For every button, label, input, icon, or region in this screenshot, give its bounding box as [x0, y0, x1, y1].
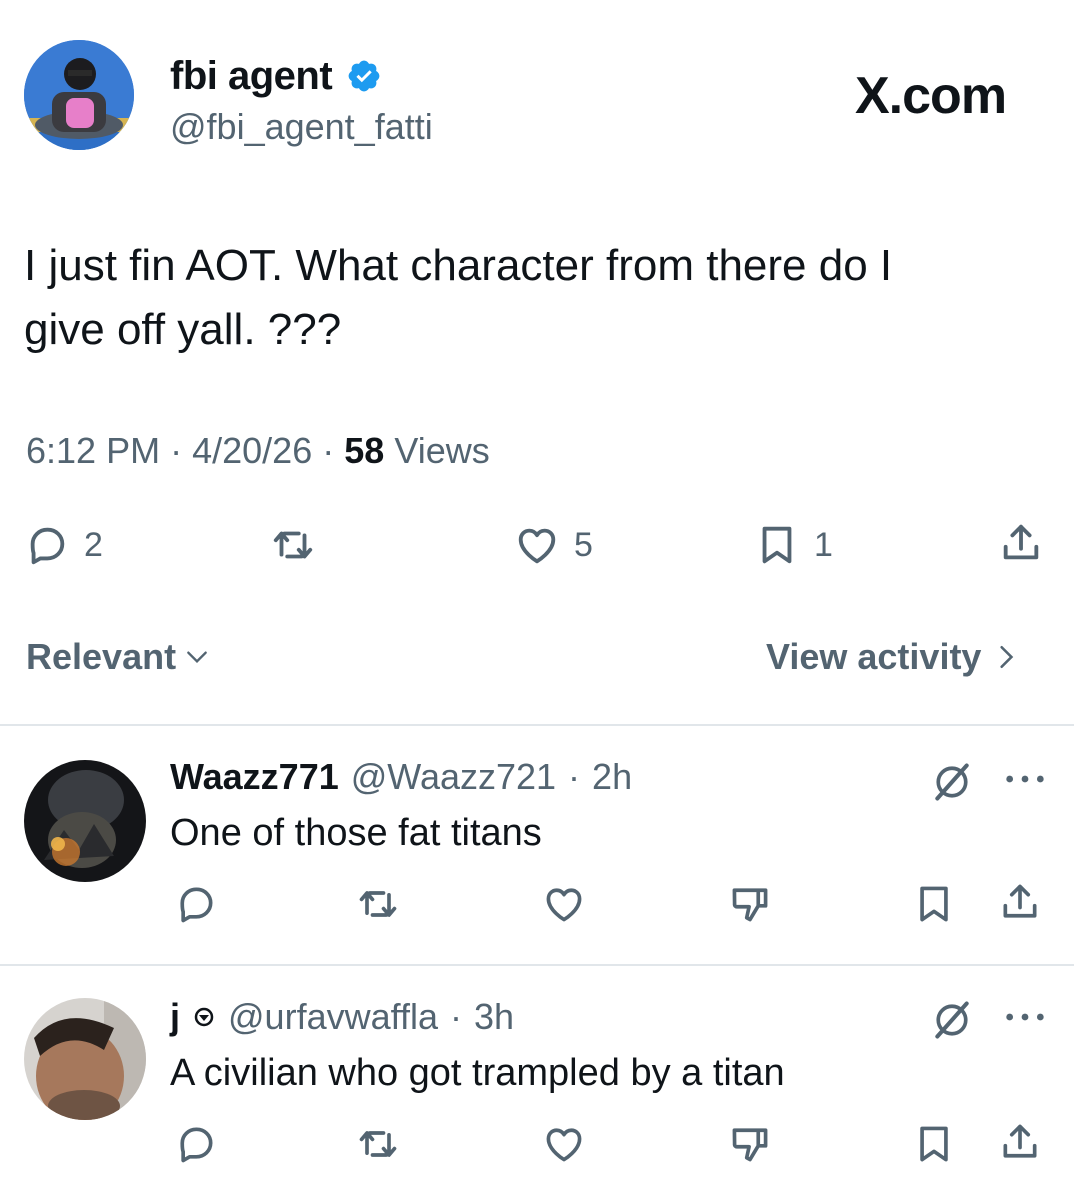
reply-age[interactable]: 3h: [474, 996, 514, 1038]
divider: [0, 724, 1074, 726]
tweet-meta: 6:12 PM · 4/20/26 · 58 Views: [26, 430, 490, 472]
reply-action-repost[interactable]: [356, 882, 400, 931]
reply-action-bookmark[interactable]: [912, 882, 956, 931]
tweet-text: I just fin AOT. What character from ther…: [24, 234, 1034, 362]
views-count: 58: [344, 430, 385, 471]
share-icon: [1003, 884, 1037, 918]
reply-action-bookmark[interactable]: [912, 1122, 956, 1171]
more-icon[interactable]: [1002, 1002, 1048, 1032]
dislike-icon: [732, 888, 768, 922]
reply-action-like[interactable]: [542, 882, 586, 931]
bookmark-icon: [920, 886, 948, 922]
reply-count: 2: [84, 525, 103, 564]
repost-icon: [359, 891, 397, 917]
views-label: Views: [394, 430, 490, 471]
repost-icon: [359, 1131, 397, 1157]
divider: [0, 964, 1074, 966]
reply-text: A civilian who got trampled by a titan: [170, 1052, 785, 1094]
reply-button[interactable]: 2: [24, 522, 103, 568]
tweet-text-line: give off yall. ???: [24, 305, 342, 354]
like-icon: [546, 1128, 582, 1162]
meta-separator: ·: [450, 996, 462, 1037]
reply-text: One of those fat titans: [170, 812, 542, 854]
repost-icon: [273, 531, 313, 559]
like-icon: [546, 888, 582, 922]
share-icon: [1003, 1124, 1037, 1158]
sort-label: Relevant: [26, 636, 177, 677]
reply-header: Waazz771 @Waazz721 · 2h: [170, 756, 632, 798]
reply-avatar-photo: [24, 760, 146, 882]
grok-icon[interactable]: [930, 760, 974, 804]
chevron-right-icon: [1000, 645, 1014, 669]
share-icon: [1003, 524, 1039, 560]
reply-action-like[interactable]: [542, 1122, 586, 1171]
view-activity-label: View activity: [766, 636, 982, 677]
reply-avatar[interactable]: [24, 998, 146, 1120]
reply-icon: [180, 1127, 213, 1163]
grok-icon[interactable]: [930, 998, 974, 1042]
dislike-icon: [732, 1128, 768, 1162]
reply-action-reply[interactable]: [174, 1122, 218, 1171]
verified-badge-icon: [348, 60, 380, 92]
bookmark-count: 1: [814, 525, 833, 564]
reply-icon: [30, 527, 65, 565]
reply-action-dislike[interactable]: [728, 882, 772, 931]
reply-action-share[interactable]: [998, 880, 1042, 929]
author-handle[interactable]: @fbi_agent_fatti: [170, 106, 433, 148]
like-icon: [518, 528, 556, 564]
meta-separator: ·: [170, 430, 183, 471]
ring-icon: [194, 1007, 214, 1027]
author-display-name[interactable]: fbi agent: [170, 54, 333, 99]
avatar-photo: [24, 40, 134, 150]
sort-dropdown[interactable]: Relevant: [26, 636, 210, 678]
reply-header: j @urfavwaffla · 3h: [170, 996, 514, 1038]
share-button[interactable]: [998, 520, 1044, 566]
reply-avatar-photo: [24, 998, 146, 1120]
like-count: 5: [574, 525, 593, 564]
reply-action-dislike[interactable]: [728, 1122, 772, 1171]
reply-author-handle[interactable]: @Waazz721: [351, 756, 556, 798]
reply-action-repost[interactable]: [356, 1122, 400, 1171]
meta-separator: ·: [568, 756, 581, 797]
reply-author-handle[interactable]: @urfavwaffla: [228, 996, 438, 1038]
reply-icon: [180, 887, 213, 923]
repost-button[interactable]: [270, 522, 316, 568]
tweet-time[interactable]: 6:12 PM: [26, 430, 160, 471]
reply-author-name[interactable]: Waazz771: [170, 756, 339, 798]
bookmark-button[interactable]: 1: [754, 522, 833, 568]
reply-action-share[interactable]: [998, 1120, 1042, 1169]
chevron-down-icon: [187, 651, 207, 664]
brand-logo: X.com: [855, 67, 1007, 125]
reply-author-name[interactable]: j: [170, 996, 180, 1038]
reply-age[interactable]: 2h: [592, 756, 632, 798]
meta-separator: ·: [322, 430, 335, 471]
bookmark-icon: [920, 1126, 948, 1162]
more-icon[interactable]: [1002, 764, 1048, 794]
author-avatar[interactable]: [24, 40, 134, 150]
like-button[interactable]: 5: [514, 522, 593, 568]
reply-action-reply[interactable]: [174, 882, 218, 931]
view-activity-link[interactable]: View activity: [766, 636, 1019, 678]
tweet-date[interactable]: 4/20/26: [192, 430, 312, 471]
tweet-text-line: I just fin AOT. What character from ther…: [24, 241, 893, 290]
bookmark-icon: [762, 526, 792, 564]
reply-avatar[interactable]: [24, 760, 146, 882]
